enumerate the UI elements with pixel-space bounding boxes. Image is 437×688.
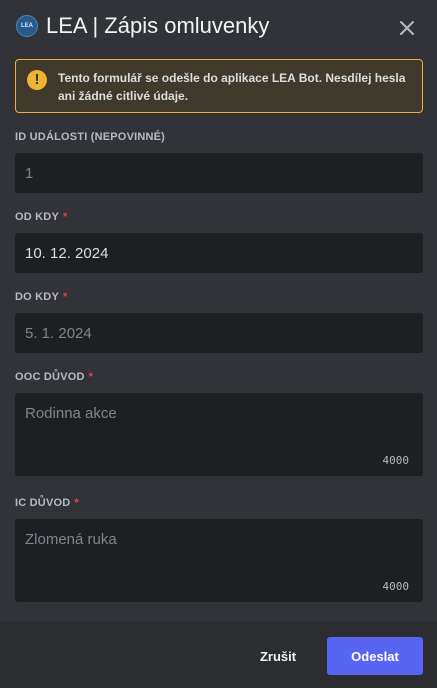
to-date-label: DO KDY * xyxy=(15,291,67,303)
from-date-value: 10. 12. 2024 xyxy=(25,245,109,262)
from-date-input[interactable]: 10. 12. 2024 xyxy=(15,233,423,273)
notice-text: Tento formulář se odešle do aplikace LEA… xyxy=(58,71,406,103)
required-marker: * xyxy=(74,497,79,509)
ic-reason-textarea[interactable]: Zlomená ruka 4000 xyxy=(15,519,423,602)
to-date-placeholder: 5. 1. 2024 xyxy=(25,325,92,342)
to-date-input[interactable]: 5. 1. 2024 xyxy=(15,313,423,353)
ooc-reason-label-text: OOC DŮVOD xyxy=(15,371,85,383)
to-date-label-text: DO KDY xyxy=(15,291,59,303)
character-counter: 4000 xyxy=(382,454,410,467)
required-marker: * xyxy=(62,291,68,303)
warning-notice: ! Tento formulář se odešle do aplikace L… xyxy=(15,59,423,113)
ooc-reason-textarea[interactable]: Rodinna akce 4000 xyxy=(15,393,423,476)
required-marker: * xyxy=(88,371,94,383)
ooc-reason-label: OOC DŮVOD * xyxy=(15,371,93,383)
character-counter: 4000 xyxy=(382,580,410,593)
warning-icon: ! xyxy=(27,70,47,90)
modal-title: LEA | Zápis omluvenky xyxy=(46,13,270,38)
required-marker: * xyxy=(62,211,68,223)
app-avatar: LEA xyxy=(16,15,38,37)
modal-header: LEA LEA | Zápis omluvenky xyxy=(0,0,437,56)
modal: LEA LEA | Zápis omluvenky ! Tento formul… xyxy=(0,0,437,688)
ic-reason-placeholder: Zlomená ruka xyxy=(25,531,117,548)
event-id-input[interactable]: 1 xyxy=(15,153,423,193)
submit-button[interactable]: Odeslat xyxy=(327,637,423,675)
cancel-button[interactable]: Zrušit xyxy=(246,637,310,675)
event-id-label-text: ID UDÁLOSTI (NEPOVINNÉ) xyxy=(15,131,166,143)
event-id-label: ID UDÁLOSTI (NEPOVINNÉ) xyxy=(15,131,165,143)
from-date-label: OD KDY * xyxy=(15,211,67,223)
event-id-placeholder: 1 xyxy=(25,165,34,182)
close-icon xyxy=(400,21,414,35)
from-date-label-text: OD KDY xyxy=(15,211,59,223)
ooc-reason-placeholder: Rodinna akce xyxy=(25,405,117,422)
ic-reason-label: IC DŮVOD * xyxy=(15,497,79,509)
ic-reason-label-text: IC DŮVOD xyxy=(15,497,71,509)
modal-footer: Zrušit Odeslat xyxy=(0,621,437,688)
close-button[interactable] xyxy=(397,18,417,38)
